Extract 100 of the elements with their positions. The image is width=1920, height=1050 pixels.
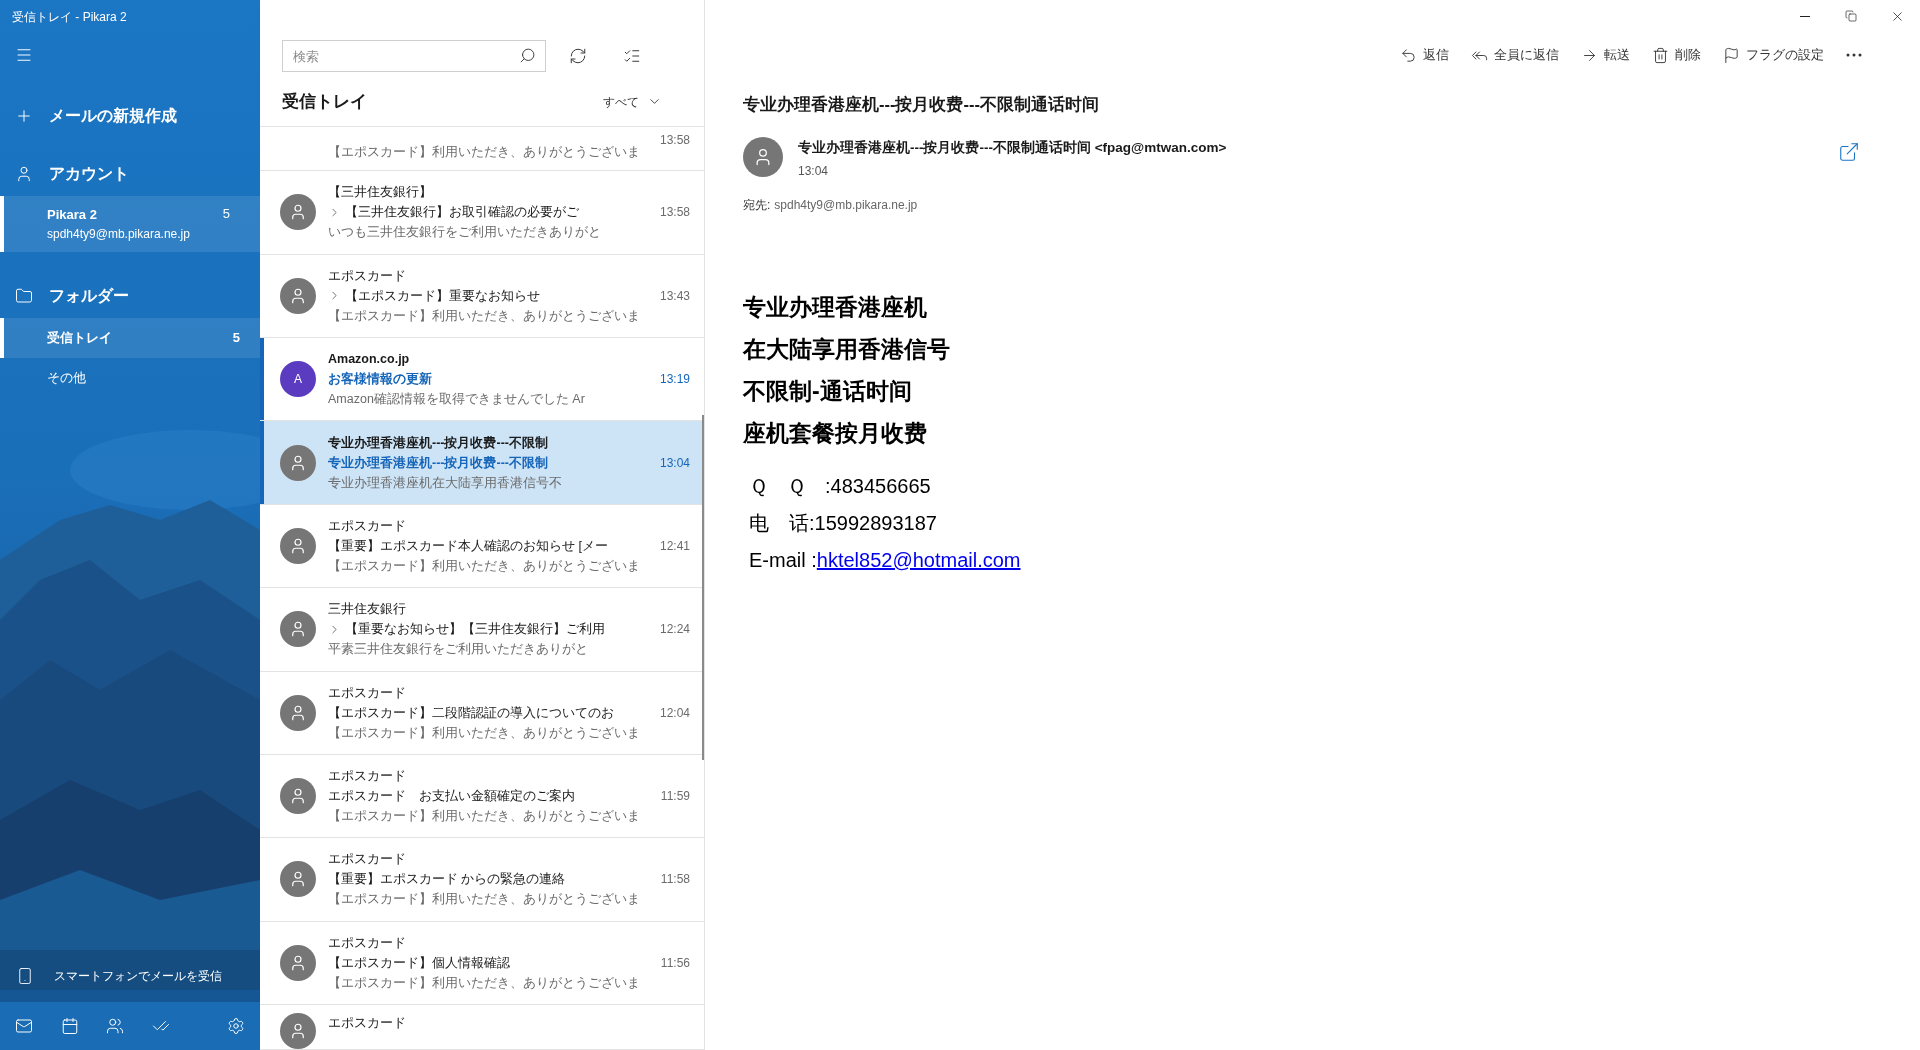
filter-dropdown[interactable]: すべて bbox=[603, 92, 662, 111]
email-link[interactable]: hktel852@hotmail.com bbox=[816, 541, 1021, 579]
person-icon bbox=[289, 870, 307, 889]
message-time: 13:58 bbox=[659, 204, 690, 222]
calendar-icon bbox=[60, 1017, 79, 1035]
person-icon bbox=[15, 165, 33, 183]
unread-count: 5 bbox=[232, 329, 240, 348]
popout-icon bbox=[1838, 140, 1860, 163]
person-icon bbox=[289, 1022, 307, 1041]
message-subject: お客様情報の更新 bbox=[328, 370, 432, 389]
message-time: 11:58 bbox=[660, 871, 690, 889]
body-text: 座机套餐按月收费 bbox=[743, 418, 928, 448]
settings-icon bbox=[227, 1017, 245, 1035]
message-sender: 专业办理香港座机---按月收费---不限制 bbox=[328, 434, 549, 452]
contact-value: 15992893187 bbox=[814, 510, 937, 536]
message-preview: 【エポスカード】利用いただき、ありがとうございま bbox=[328, 144, 641, 162]
message-preview: 【エポスカード】利用いただき、ありがとうございま bbox=[328, 558, 641, 575]
minimize-icon bbox=[1800, 15, 1810, 17]
scrollbar[interactable] bbox=[702, 415, 704, 760]
message-sender: Amazon.co.jp bbox=[328, 351, 411, 369]
email-time: 13:04 bbox=[798, 162, 830, 180]
toolbar-button[interactable]: 全員に返信 bbox=[1471, 45, 1559, 65]
account-item[interactable]: Pikara 2 spdh4ty9@mb.pikara.ne.jp 5 bbox=[0, 196, 260, 252]
message-sender: 【三井住友銀行】 bbox=[328, 184, 433, 202]
toolbar-button[interactable]: 返信 bbox=[1400, 45, 1449, 65]
contact-value: 483456665 bbox=[830, 473, 931, 499]
message-time: 12:41 bbox=[659, 538, 690, 555]
unread-count: 5 bbox=[222, 205, 230, 223]
message-preview: 【エポスカード】利用いただき、ありがとうございま bbox=[328, 808, 641, 826]
message-preview: 专业办理香港座机在大陆享用香港信号不 bbox=[328, 474, 563, 492]
message-sender: エポスカード bbox=[328, 518, 407, 535]
person-icon bbox=[289, 953, 307, 972]
message-time: 13:43 bbox=[659, 287, 690, 305]
message-subject: 专业办理香港座机---按月收费---不限制 bbox=[328, 454, 548, 472]
window-title: 受信トレイ - Pikara 2 bbox=[12, 9, 127, 26]
popout-button[interactable] bbox=[1838, 140, 1860, 163]
message-time: 12:04 bbox=[659, 704, 690, 722]
mail-icon bbox=[15, 1017, 33, 1035]
message-subject: エポスカード お支払い金額確定のご案内 bbox=[328, 788, 575, 806]
folder-item[interactable]: その他 bbox=[0, 358, 260, 398]
message-preview: いつも三井住友銀行をご利用いただきありがと bbox=[328, 224, 602, 242]
folders-heading[interactable]: フォルダー bbox=[0, 274, 260, 318]
message-preview: Amazon確認情報を取得できませんでした Ar bbox=[328, 391, 586, 409]
new-mail-button[interactable]: メールの新規作成 bbox=[0, 94, 260, 138]
folder-title: 受信トレイ bbox=[282, 91, 368, 113]
search-field[interactable]: 検索 bbox=[282, 40, 546, 72]
folder-name: その他 bbox=[47, 369, 87, 388]
flag-icon bbox=[1723, 46, 1740, 64]
message-row[interactable]: 专业办理香港座机---按月收费---不限制 专业办理香港座机---按月收费---不限制 专业办理香港座机在大陆享用香港信号不 13:04 bbox=[260, 421, 704, 505]
person-icon bbox=[289, 537, 307, 555]
search-icon bbox=[519, 47, 536, 64]
message-sender: エポスカード bbox=[328, 267, 407, 285]
message-preview: 【エポスカード】利用いただき、ありがとうございま bbox=[328, 724, 641, 742]
people-icon bbox=[106, 1017, 124, 1035]
account-name: Pikara 2 bbox=[47, 206, 98, 225]
contact-label: E-mail : bbox=[749, 547, 817, 573]
folder-item[interactable]: 受信トレイ 5 bbox=[0, 318, 260, 358]
folder-icon bbox=[15, 287, 33, 305]
message-preview: 【エポスカード】利用いただき、ありがとうございま bbox=[328, 891, 641, 909]
checklist-icon bbox=[623, 47, 641, 65]
message-sender: 三井住友銀行 bbox=[328, 601, 407, 619]
toolbar-button[interactable]: フラグの設定 bbox=[1723, 45, 1824, 65]
phone-promo-text: スマートフォンでメールを受信 bbox=[54, 968, 222, 985]
message-preview: 平素三井住友銀行をご利用いただきありがと bbox=[328, 641, 589, 659]
menu-icon bbox=[15, 46, 33, 64]
body-text: 在大陆享用香港信号 bbox=[743, 334, 951, 364]
email-sender: 专业办理香港座机---按月收费---不限制通话时间 <fpag@mtwan.com> bbox=[798, 138, 1228, 157]
message-row[interactable]: A Amazon.co.jp お客様情報の更新 Amazon確認情報を取得できませんでした Ar 13:19 bbox=[260, 338, 704, 422]
message-time: 13:04 bbox=[659, 454, 690, 472]
reply-icon bbox=[1400, 46, 1417, 64]
toolbar-button[interactable]: 転送 bbox=[1581, 45, 1630, 65]
person-icon bbox=[289, 203, 307, 222]
person-icon bbox=[289, 453, 307, 472]
message-subject: 【重要】エポスカード本人確認のお知らせ [メー bbox=[328, 538, 608, 555]
message-preview: 【エポスカード】利用いただき、ありがとうございま bbox=[328, 307, 641, 325]
email-subject: 专业办理香港座机---按月收费---不限制通话时间 bbox=[743, 94, 1100, 115]
message-time: 12:24 bbox=[659, 621, 690, 639]
sync-icon bbox=[569, 47, 587, 65]
message-sender: エポスカード bbox=[328, 684, 407, 702]
message-sender: エポスカード bbox=[328, 1015, 407, 1033]
message-subject: 【エポスカード】個人情報確認 bbox=[328, 954, 510, 972]
message-time: 11:59 bbox=[660, 788, 690, 806]
more-button[interactable] bbox=[1846, 53, 1862, 57]
message-time: 13:19 bbox=[659, 371, 690, 389]
message-subject: 【エポスカード】重要なお知らせ bbox=[345, 287, 540, 305]
restore-icon bbox=[1845, 10, 1857, 22]
message-subject: 【重要】エポスカード からの緊急の連絡 bbox=[328, 871, 566, 889]
toolbar-button[interactable]: 削除 bbox=[1652, 45, 1701, 65]
message-subject: 【エポスカード】二段階認証の導入についてのお bbox=[328, 704, 614, 722]
message-sender: エポスカード bbox=[328, 768, 407, 786]
message-time: 11:56 bbox=[660, 954, 690, 972]
body-text: 专业办理香港座机 bbox=[743, 292, 928, 322]
account-email: spdh4ty9@mb.pikara.ne.jp bbox=[47, 225, 191, 243]
person-icon bbox=[289, 620, 307, 639]
avatar: A bbox=[280, 361, 316, 398]
message-subject: 【三井住友銀行】お取引確認の必要がご bbox=[345, 204, 579, 222]
message-subject: 【重要なお知らせ】【三井住友銀行】ご利用 bbox=[345, 621, 605, 639]
recipient-label: 宛先: bbox=[743, 196, 771, 214]
phone-promo-bar[interactable]: スマートフォンでメールを受信 bbox=[0, 950, 260, 1002]
accounts-heading[interactable]: アカウント bbox=[0, 152, 260, 196]
